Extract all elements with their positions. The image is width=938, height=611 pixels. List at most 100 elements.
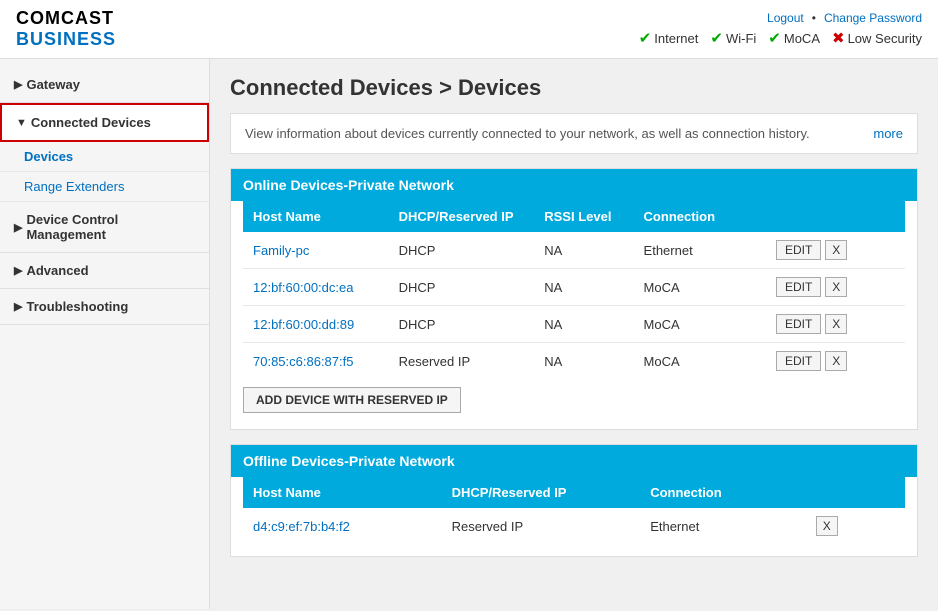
- online-actions-col-2: EDIT X: [776, 314, 895, 334]
- offline-devices-table-container: Host Name DHCP/Reserved IP Connection d4…: [231, 477, 917, 556]
- status-security-label: Low Security: [848, 31, 922, 46]
- header-links: Logout • Change Password: [767, 11, 922, 25]
- online-cell-actions-1: EDIT X: [766, 269, 905, 306]
- edit-button-1[interactable]: EDIT: [776, 277, 821, 297]
- change-password-link[interactable]: Change Password: [824, 11, 922, 25]
- offline-table-row: d4:c9:ef:7b:b4:f2 Reserved IP Ethernet X: [243, 508, 905, 544]
- offline-cell-connection-0: Ethernet: [640, 508, 806, 544]
- info-box: View information about devices currently…: [230, 113, 918, 154]
- online-cell-dhcp-1: DHCP: [389, 269, 535, 306]
- online-cell-connection-3: MoCA: [634, 343, 766, 380]
- status-wifi-label: Wi-Fi: [726, 31, 756, 46]
- col-header-rssi: RSSI Level: [534, 201, 633, 232]
- sidebar-item-gateway-label: Gateway: [26, 77, 79, 92]
- sidebar-item-troubleshooting[interactable]: ▶ Troubleshooting: [0, 289, 209, 325]
- status-moca: ✔ MoCA: [768, 29, 820, 47]
- offline-actions-col-0: X: [816, 516, 895, 536]
- sidebar-sub-devices-label: Devices: [24, 149, 73, 164]
- online-cell-rssi-1: NA: [534, 269, 633, 306]
- online-table-row: 70:85:c6:86:87:f5 Reserved IP NA MoCA ED…: [243, 343, 905, 380]
- x-button-1[interactable]: X: [825, 277, 847, 297]
- arrow-icon-troubleshooting: ▶: [14, 300, 22, 313]
- online-table-row: Family-pc DHCP NA Ethernet EDIT X: [243, 232, 905, 269]
- edit-button-3[interactable]: EDIT: [776, 351, 821, 371]
- sidebar-item-device-control[interactable]: ▶ Device Control Management: [0, 202, 209, 253]
- arrow-icon-device-control: ▶: [14, 221, 22, 234]
- online-cell-connection-0: Ethernet: [634, 232, 766, 269]
- status-internet-label: Internet: [654, 31, 698, 46]
- offline-hostname-link-0[interactable]: d4:c9:ef:7b:b4:f2: [253, 519, 350, 534]
- arrow-icon-advanced: ▶: [14, 264, 22, 277]
- offline-col-header-connection: Connection: [640, 477, 806, 508]
- edit-button-2[interactable]: EDIT: [776, 314, 821, 334]
- online-cell-actions-0: EDIT X: [766, 232, 905, 269]
- online-devices-table: Host Name DHCP/Reserved IP RSSI Level Co…: [243, 201, 905, 379]
- online-cell-actions-3: EDIT X: [766, 343, 905, 380]
- col-header-connection: Connection: [634, 201, 766, 232]
- sidebar-item-advanced-label: Advanced: [26, 263, 88, 278]
- online-devices-section: Online Devices-Private Network Host Name…: [230, 168, 918, 430]
- online-hostname-link-1[interactable]: 12:bf:60:00:dc:ea: [253, 280, 353, 295]
- main-content: Connected Devices > Devices View informa…: [210, 59, 938, 609]
- arrow-icon-connected: ▼: [16, 117, 27, 129]
- col-header-dhcp: DHCP/Reserved IP: [389, 201, 535, 232]
- offline-devices-table: Host Name DHCP/Reserved IP Connection d4…: [243, 477, 905, 544]
- online-cell-rssi-0: NA: [534, 232, 633, 269]
- online-devices-table-container: Host Name DHCP/Reserved IP RSSI Level Co…: [231, 201, 917, 429]
- status-ok-icon: ✔: [639, 29, 652, 47]
- sidebar-item-connected-devices[interactable]: ▼ Connected Devices: [0, 103, 209, 142]
- online-cell-dhcp-2: DHCP: [389, 306, 535, 343]
- online-actions-col-3: EDIT X: [776, 351, 895, 371]
- online-cell-hostname-0: Family-pc: [243, 232, 389, 269]
- status-wifi: ✔ Wi-Fi: [710, 29, 756, 47]
- status-security: ✖ Low Security: [832, 29, 922, 47]
- page-title: Connected Devices > Devices: [230, 75, 918, 101]
- x-button-2[interactable]: X: [825, 314, 847, 334]
- sidebar-item-advanced[interactable]: ▶ Advanced: [0, 253, 209, 289]
- offline-cell-dhcp-0: Reserved IP: [442, 508, 641, 544]
- more-link[interactable]: more: [873, 126, 903, 141]
- offline-x-button-0[interactable]: X: [816, 516, 838, 536]
- add-device-button[interactable]: ADD DEVICE WITH RESERVED IP: [243, 387, 461, 413]
- sidebar-item-gateway[interactable]: ▶ Gateway: [0, 67, 209, 103]
- sidebar-sub-range-extenders-label: Range Extenders: [24, 179, 124, 194]
- online-hostname-link-3[interactable]: 70:85:c6:86:87:f5: [253, 354, 353, 369]
- online-actions-col-1: EDIT X: [776, 277, 895, 297]
- sidebar: ▶ Gateway ▼ Connected Devices Devices Ra…: [0, 59, 210, 609]
- offline-col-header-hostname: Host Name: [243, 477, 442, 508]
- online-cell-dhcp-3: Reserved IP: [389, 343, 535, 380]
- sidebar-sub-item-range-extenders[interactable]: Range Extenders: [0, 172, 209, 202]
- online-cell-actions-2: EDIT X: [766, 306, 905, 343]
- offline-devices-section: Offline Devices-Private Network Host Nam…: [230, 444, 918, 557]
- online-table-row: 12:bf:60:00:dd:89 DHCP NA MoCA EDIT X: [243, 306, 905, 343]
- online-cell-hostname-1: 12:bf:60:00:dc:ea: [243, 269, 389, 306]
- x-button-3[interactable]: X: [825, 351, 847, 371]
- header-right: Logout • Change Password ✔ Internet ✔ Wi…: [639, 11, 922, 47]
- logo-area: COMCAST BUSINESS: [16, 8, 116, 50]
- logo-business: BUSINESS: [16, 29, 116, 50]
- status-internet: ✔ Internet: [639, 29, 699, 47]
- arrow-icon-gateway: ▶: [14, 78, 22, 91]
- online-hostname-link-0[interactable]: Family-pc: [253, 243, 309, 258]
- col-header-actions: [766, 201, 905, 232]
- sidebar-item-device-control-label: Device Control Management: [26, 212, 195, 242]
- x-button-0[interactable]: X: [825, 240, 847, 260]
- header-status: ✔ Internet ✔ Wi-Fi ✔ MoCA ✖ Low Security: [639, 29, 922, 47]
- header: COMCAST BUSINESS Logout • Change Passwor…: [0, 0, 938, 59]
- sidebar-item-troubleshooting-label: Troubleshooting: [26, 299, 128, 314]
- edit-button-0[interactable]: EDIT: [776, 240, 821, 260]
- status-bad-icon-security: ✖: [832, 29, 845, 47]
- online-actions-col-0: EDIT X: [776, 240, 895, 260]
- online-cell-dhcp-0: DHCP: [389, 232, 535, 269]
- logo-comcast: COMCAST: [16, 8, 116, 29]
- info-text: View information about devices currently…: [245, 126, 810, 141]
- offline-cell-hostname-0: d4:c9:ef:7b:b4:f2: [243, 508, 442, 544]
- sidebar-sub-item-devices[interactable]: Devices: [0, 142, 209, 172]
- status-ok-icon-moca: ✔: [768, 29, 781, 47]
- offline-col-header-dhcp: DHCP/Reserved IP: [442, 477, 641, 508]
- online-hostname-link-2[interactable]: 12:bf:60:00:dd:89: [253, 317, 354, 332]
- online-cell-rssi-2: NA: [534, 306, 633, 343]
- online-table-row: 12:bf:60:00:dc:ea DHCP NA MoCA EDIT X: [243, 269, 905, 306]
- status-ok-icon-wifi: ✔: [710, 29, 723, 47]
- logout-link[interactable]: Logout: [767, 11, 804, 25]
